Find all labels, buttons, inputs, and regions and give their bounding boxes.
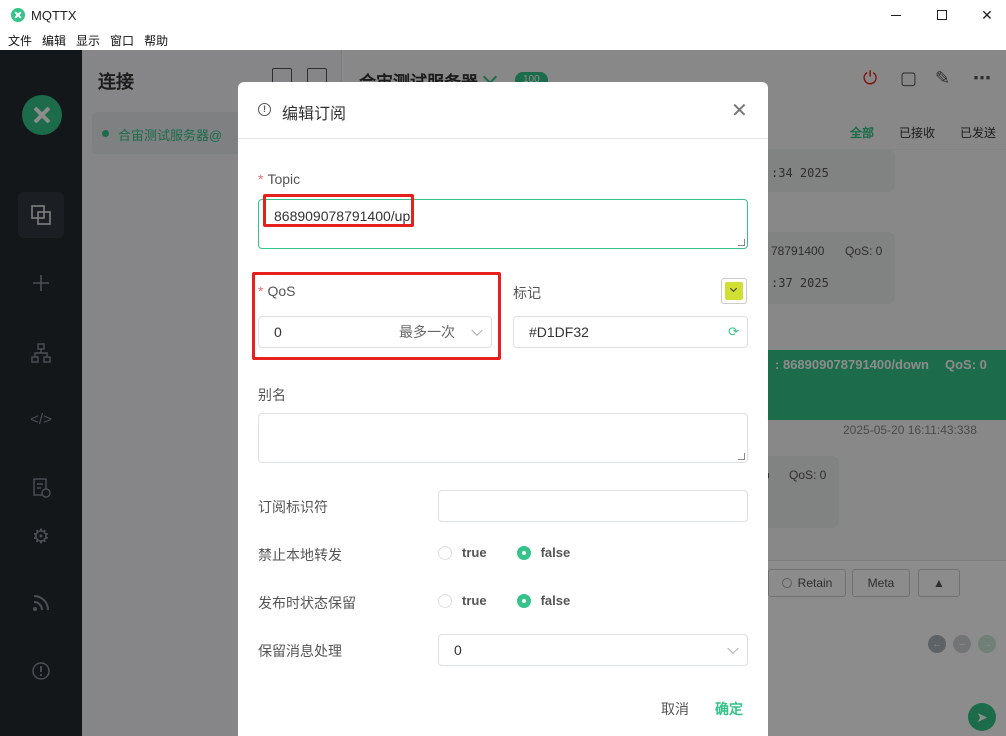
refresh-icon[interactable]: ⟳ [728,324,739,340]
no-local-false-radio[interactable] [516,545,531,560]
mqttx-logo-icon [11,8,25,22]
chevron-down-icon [727,642,739,655]
menu-file[interactable]: 文件 [8,32,32,49]
qos-highlight-box [252,272,501,360]
alias-label: 别名 [258,387,286,403]
no-local-radio-group: true false [438,545,600,560]
menu-bar: 文件 编辑 显示 窗口 帮助 [0,30,1006,50]
no-local-true-label[interactable]: true [462,545,487,560]
dialog-header: ! 编辑订阅 ✕ [238,82,768,139]
close-icon[interactable]: ✕ [731,98,748,123]
tag-label: 标记 [513,285,541,301]
subscription-id-label: 订阅标识符 [258,499,328,515]
retain-handling-label: 保留消息处理 [258,643,342,659]
maximize-button[interactable] [919,0,965,30]
no-local-label: 禁止本地转发 [258,547,342,563]
rap-false-radio[interactable] [516,593,531,608]
topic-label: * Topic [258,171,301,187]
confirm-button[interactable]: 确定 [715,699,743,719]
retain-handling-select[interactable]: 0 [438,634,748,666]
retain-as-published-radio-group: true false [438,593,600,608]
dialog-title: 编辑订阅 [282,106,347,123]
menu-view[interactable]: 显示 [76,32,100,49]
menu-window[interactable]: 窗口 [110,32,134,49]
cancel-button[interactable]: 取消 [661,699,689,719]
topic-highlight-box [263,194,414,227]
retain-as-published-label: 发布时状态保留 [258,595,356,611]
close-window-button[interactable]: ✕ [964,0,1006,30]
rap-false-label[interactable]: false [541,593,571,608]
no-local-false-label[interactable]: false [541,545,571,560]
menu-edit[interactable]: 编辑 [42,32,66,49]
alias-input[interactable] [258,413,748,463]
color-swatch-icon [725,282,743,300]
title-bar: MQTTX ✕ [0,0,1006,30]
subscription-id-input[interactable] [438,490,748,522]
edit-subscription-dialog: ! 编辑订阅 ✕ * Topic 868909078791400/up * QoS … [238,82,768,736]
window-title: MQTTX [31,7,77,23]
color-picker[interactable] [721,278,747,304]
retain-handling-value: 0 [454,642,462,658]
no-local-true-radio[interactable] [438,545,452,560]
color-value: #D1DF32 [529,324,589,340]
color-input[interactable]: #D1DF32 ⟳ [513,316,748,348]
menu-help[interactable]: 帮助 [144,32,168,49]
info-icon: ! [258,103,271,116]
minimize-button[interactable] [873,0,919,30]
rap-true-radio[interactable] [438,593,452,608]
rap-true-label[interactable]: true [462,593,487,608]
